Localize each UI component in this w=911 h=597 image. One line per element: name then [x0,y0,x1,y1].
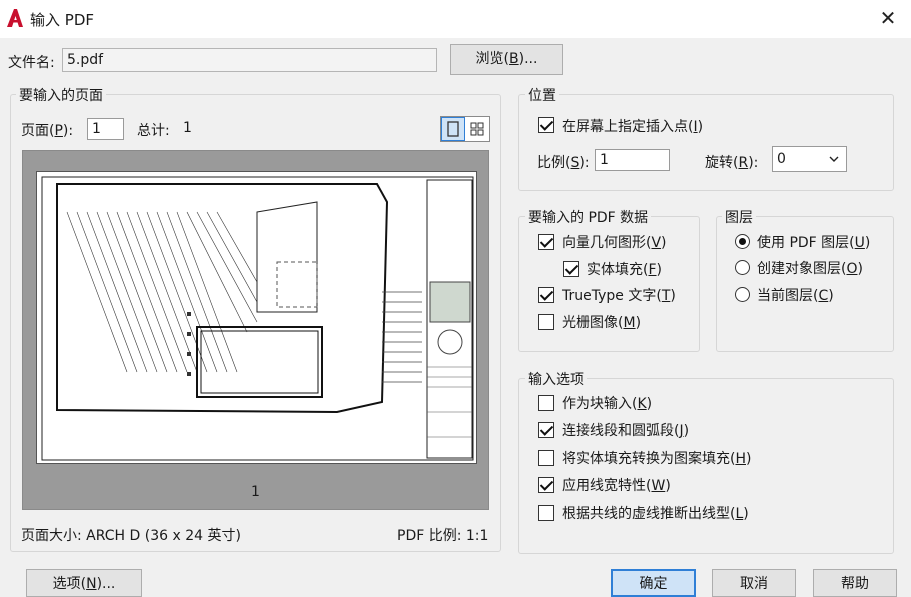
vector-geometry-label: 向量几何图形(V) [562,235,667,251]
window-title: 输入 PDF [30,11,94,29]
thumbnail-grid-icon[interactable] [466,117,489,141]
join-segments-checkbox[interactable] [538,422,554,438]
truetype-text-checkbox[interactable] [538,287,554,303]
import-options-group-title: 输入选项 [525,369,587,389]
layers-group-title: 图层 [722,207,756,227]
raster-image-label: 光栅图像(M) [562,315,642,331]
single-page-view-icon[interactable] [441,117,465,141]
total-label: 总计: [137,123,170,139]
pdf-page-thumbnail [36,171,477,464]
use-pdf-layers-radio[interactable] [735,234,750,249]
use-pdf-layers-label: 使用 PDF 图层(U) [757,235,871,251]
total-value: 1 [183,120,192,136]
infer-linetypes-checkbox[interactable] [538,505,554,521]
convert-fill-to-hatch-label: 将实体填充转换为图案填充(H) [562,451,752,467]
onscreen-checkbox[interactable] [538,117,554,133]
title-bar [0,0,911,38]
import-as-block-checkbox[interactable] [538,395,554,411]
page-number: 1 [251,484,260,500]
autocad-logo-icon [7,9,23,27]
page-size-label: 页面大小: ARCH D (36 x 24 英寸) [21,528,241,544]
cancel-button[interactable]: 取消 [712,569,796,597]
onscreen-label: 在屏幕上指定插入点(I) [562,119,704,135]
solid-fill-label: 实体填充(F) [587,262,662,278]
scale-label: 比例(S): [537,155,590,171]
infer-linetypes-label: 根据共线的虚线推断出线型(L) [562,506,749,522]
page-input[interactable]: 1 [87,118,124,140]
page-label: 页面(P): [21,123,74,139]
create-object-layers-radio[interactable] [735,260,750,275]
truetype-text-label: TrueType 文字(T) [562,288,676,304]
options-button[interactable]: 选项(N)... [26,569,142,597]
help-button[interactable]: 帮助 [813,569,897,597]
chevron-down-icon[interactable] [828,154,840,164]
file-name-field[interactable]: 5.pdf [62,48,437,72]
raster-image-checkbox[interactable] [538,314,554,330]
pdf-data-group-title: 要输入的 PDF 数据 [525,207,652,227]
join-segments-label: 连接线段和圆弧段(J) [562,423,690,439]
solid-fill-checkbox[interactable] [563,261,579,277]
vector-geometry-checkbox[interactable] [538,234,554,250]
ok-button[interactable]: 确定 [611,569,696,597]
close-icon[interactable]: ✕ [876,6,900,30]
convert-fill-to-hatch-checkbox[interactable] [538,450,554,466]
position-group-title: 位置 [525,85,559,105]
apply-lineweight-checkbox[interactable] [538,477,554,493]
position-group [518,94,894,191]
file-name-label: 文件名: [8,55,55,71]
create-object-layers-label: 创建对象图层(O) [757,261,863,277]
rotate-label: 旋转(R): [705,155,759,171]
pages-group-title: 要输入的页面 [16,85,106,105]
scale-input[interactable]: 1 [595,149,670,171]
apply-lineweight-label: 应用线宽特性(W) [562,478,671,494]
browse-button[interactable]: 浏览(B)... [450,44,563,75]
current-layer-radio[interactable] [735,287,750,302]
import-as-block-label: 作为块输入(K) [562,396,653,412]
current-layer-label: 当前图层(C) [757,288,834,304]
pdf-scale-label: PDF 比例: 1:1 [397,528,489,544]
